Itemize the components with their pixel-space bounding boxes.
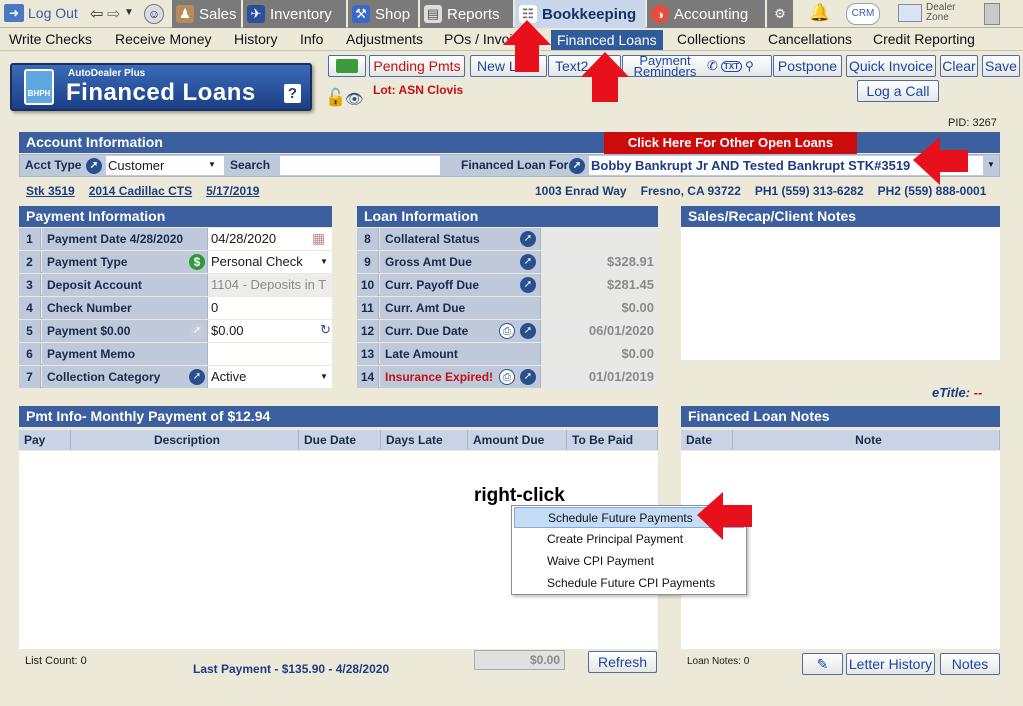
arrow-left-loan-for — [913, 137, 968, 185]
arrow-left-menu — [697, 492, 752, 540]
tutorial-arrows — [503, 20, 968, 540]
arrow-up-financed-loans — [581, 52, 629, 102]
arrow-up-bookkeeping — [503, 20, 551, 72]
